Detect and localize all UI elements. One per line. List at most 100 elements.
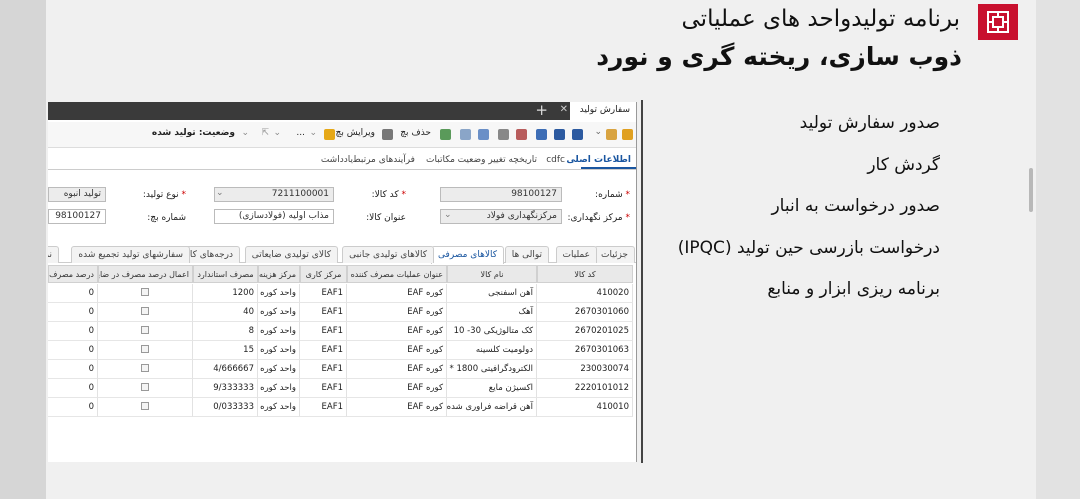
cell-standard-usage: 15 (193, 341, 258, 360)
close-icon[interactable]: ✕ (560, 104, 568, 115)
cell-operation: کوره EAF (347, 379, 447, 398)
scrollbar-thumb[interactable] (1029, 168, 1033, 212)
cell-item-name: اکسیژن مایع (447, 379, 537, 398)
delete-batch-button[interactable]: حذف بچ (400, 128, 431, 138)
cell-item-name: آهک (447, 303, 537, 322)
attach-icon[interactable] (478, 129, 489, 140)
export-icon[interactable]: ⇱ (261, 128, 269, 138)
tab-byproducts[interactable]: کالاهای تولیدی جانبی (342, 246, 434, 263)
tab-status-history[interactable]: تاریخچه تغییر وضعیت (458, 155, 537, 165)
column-header[interactable]: مصرف استاندارد (193, 265, 258, 283)
chevron-down-icon[interactable]: ⌄ (273, 128, 281, 138)
tab-aggregated-orders[interactable]: سفارشهای تولید تجمیع شده (71, 246, 190, 263)
workflow-icon[interactable] (440, 129, 451, 140)
status-label: وضعیت: تولید شده (151, 128, 235, 138)
cell-item-code: 2670201025 (537, 322, 633, 341)
tab-operations[interactable]: عملیات (555, 246, 597, 263)
tab-notes[interactable]: یادداشت (321, 155, 353, 165)
cell-item-code: 230030074 (537, 360, 633, 379)
cell-operation: کوره EAF (347, 360, 447, 379)
number-field[interactable]: 98100127 (440, 187, 562, 202)
cell-standard-usage: 4/666667 (193, 360, 258, 379)
new-icon[interactable] (622, 129, 633, 140)
tab-related-processes[interactable]: فرآیندهای مرتبط (352, 155, 415, 165)
cell-work-center: EAF1 (300, 379, 347, 398)
cell-standard-usage: 1200 (193, 284, 258, 303)
edit-batch-button[interactable]: ویرایش بچ (336, 128, 375, 138)
checkbox[interactable] (141, 307, 149, 315)
cell-apply-waste (98, 379, 193, 398)
tab-consumed-items[interactable]: کالاهای مصرفی (431, 246, 504, 264)
tab-production-order[interactable]: سفارش تولید (570, 102, 636, 120)
save-icon[interactable] (572, 129, 583, 140)
slide-subtitle: ذوب سازی، ریخته گری و نورد (596, 42, 962, 71)
tab-cdfc[interactable]: cdfc (546, 155, 565, 165)
cell-cost-center: واحد کوره ذ (258, 284, 300, 303)
chevron-down-icon[interactable]: ⌄ (309, 128, 317, 138)
cell-usage-percent: 0 (48, 379, 98, 398)
production-type-field[interactable]: تولید انبوه (48, 187, 106, 202)
checkbox[interactable] (141, 288, 149, 296)
cell-work-center: EAF1 (300, 398, 347, 417)
column-header[interactable]: مرکز هزینه (258, 265, 300, 283)
cell-operation: کوره EAF (347, 303, 447, 322)
tab-sequences[interactable]: توالی ها (504, 246, 549, 263)
column-header[interactable]: کد کالا (537, 265, 633, 283)
form-tabs: اطلاعات اصلی cdfc تاریخچه تغییر وضعیت مک… (48, 150, 636, 170)
cell-work-center: EAF1 (300, 303, 347, 322)
checkbox[interactable] (141, 383, 149, 391)
open-folder-icon[interactable] (606, 129, 617, 140)
cell-cost-center: واحد کوره ذ (258, 398, 300, 417)
grid-icon[interactable] (460, 129, 471, 140)
production-type-label: * نوع تولید: (142, 190, 186, 200)
tab-details[interactable]: جزئیات (594, 246, 635, 263)
bell-icon[interactable] (324, 129, 335, 140)
cell-item-code: 410020 (537, 284, 633, 303)
cell-apply-waste (98, 284, 193, 303)
cell-cost-center: واحد کوره ذ (258, 341, 300, 360)
cell-usage-percent: 0 (48, 398, 98, 417)
column-header[interactable]: اعمال درصد مصرف در ضایعا (98, 265, 193, 283)
cell-usage-percent: 0 (48, 322, 98, 341)
print-icon[interactable] (516, 129, 527, 140)
save-close-icon[interactable] (554, 129, 565, 140)
right-margin (1036, 0, 1080, 499)
toolbar: ⌄ حذف بچ ویرایش بچ ⌄ ... ⌄ ⇱ ⌄ وضعیت: تو… (48, 122, 636, 148)
more-button[interactable]: ... (296, 128, 305, 138)
column-header[interactable]: مرکز کاری (300, 265, 347, 283)
cell-item-name: آهن اسفنجی (447, 284, 537, 303)
storage-center-field[interactable]: مرکزنگهداری فولاد (440, 209, 562, 224)
chevron-down-icon[interactable]: ⌄ (594, 127, 602, 137)
link-icon[interactable] (382, 129, 393, 140)
column-header[interactable]: نام کالا (447, 265, 537, 283)
checkbox[interactable] (141, 364, 149, 372)
chevron-down-icon[interactable]: ⌄ (241, 128, 249, 138)
cell-apply-waste (98, 303, 193, 322)
checkbox[interactable] (141, 345, 149, 353)
tab-main-info[interactable]: اطلاعات اصلی (566, 155, 631, 165)
copy-icon[interactable] (498, 129, 509, 140)
chevron-down-icon[interactable]: ⌄ (216, 188, 224, 198)
checkbox[interactable] (141, 402, 149, 410)
consumed-items-grid: کد کالا نام کالا عنوان عملیات مصرف کننده… (48, 265, 636, 417)
tab-correspondence[interactable]: مکاتبات (426, 155, 455, 165)
item-code-field[interactable]: 7211100001 (214, 187, 334, 202)
chevron-down-icon[interactable]: ⌄ (444, 210, 452, 220)
item-title-field[interactable]: مذاب اولیه (فولادسازی) (214, 209, 334, 224)
cell-item-code: 2220101012 (537, 379, 633, 398)
batch-number-field[interactable]: 98100127 (48, 209, 106, 224)
tab-waste-products[interactable]: کالای تولیدی ضایعاتی (244, 246, 338, 263)
column-header[interactable]: عنوان عملیات مصرف کننده (347, 265, 447, 283)
cell-standard-usage: 8 (193, 322, 258, 341)
erp-window: سفارش تولید ✕ + ⌄ حذف بچ ویرایش بچ ⌄ ...… (48, 102, 637, 462)
tab-view[interactable]: نما (48, 246, 59, 263)
add-tab-icon[interactable]: + (535, 102, 548, 119)
column-header[interactable]: درصد مصرف د (48, 265, 98, 283)
cell-standard-usage: 40 (193, 303, 258, 322)
cell-cost-center: واحد کوره ذ (258, 303, 300, 322)
cell-item-name: کک متالوژیکی 30- 10 (447, 322, 537, 341)
slide-title: برنامه تولیدواحد های عملیاتی (681, 6, 960, 32)
save-new-icon[interactable] (536, 129, 547, 140)
checkbox[interactable] (141, 326, 149, 334)
number-label: * شماره: (595, 190, 630, 200)
